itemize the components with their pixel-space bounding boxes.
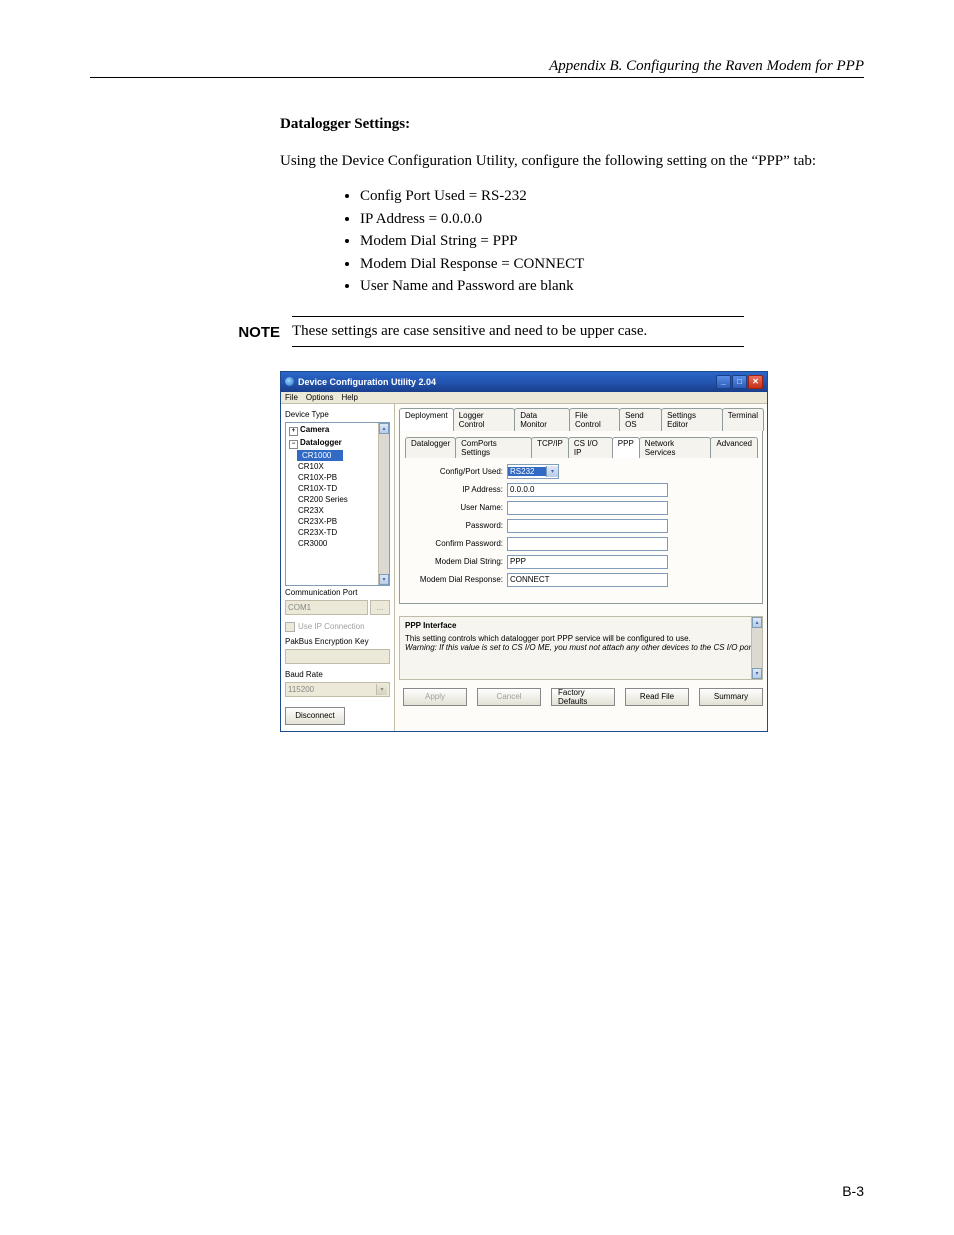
subtab-comports[interactable]: ComPorts Settings xyxy=(455,437,532,458)
info-text: This setting controls which datalogger p… xyxy=(405,634,757,643)
list-item: Config Port Used = RS-232 xyxy=(360,185,854,208)
tree-item-cr1000[interactable]: CR1000 xyxy=(297,450,343,461)
app-window: Device Configuration Utility 2.04 _ □ ✕ … xyxy=(280,371,768,732)
scroll-up-icon[interactable]: ▴ xyxy=(752,617,762,628)
menu-options[interactable]: Options xyxy=(306,393,334,402)
scrollbar[interactable]: ▴ ▾ xyxy=(751,617,762,679)
scrollbar[interactable]: ▴ ▾ xyxy=(378,423,389,585)
device-type-label: Device Type xyxy=(285,410,390,419)
close-button[interactable]: ✕ xyxy=(748,375,763,389)
note-text: These settings are case sensitive and ne… xyxy=(292,316,744,347)
minimize-button[interactable]: _ xyxy=(716,375,731,389)
tree-datalogger[interactable]: −Datalogger xyxy=(288,437,387,450)
titlebar[interactable]: Device Configuration Utility 2.04 _ □ ✕ xyxy=(281,372,767,392)
main-tabs: Deployment Logger Control Data Monitor F… xyxy=(399,407,763,431)
info-panel: PPP Interface This setting controls whic… xyxy=(399,616,763,680)
pass-input[interactable] xyxy=(507,519,668,533)
config-port-label: Config/Port Used: xyxy=(408,467,507,476)
ip-input[interactable]: 0.0.0.0 xyxy=(507,483,668,497)
subtab-advanced[interactable]: Advanced xyxy=(710,437,758,458)
tree-item[interactable]: CR23X-PB xyxy=(288,516,387,527)
maximize-button[interactable]: □ xyxy=(732,375,747,389)
tree-item[interactable]: CR200 Series xyxy=(288,494,387,505)
baud-select[interactable]: 115200 ▾ xyxy=(285,682,390,697)
confirm-label: Confirm Password: xyxy=(408,539,507,548)
expander-icon[interactable]: + xyxy=(289,427,298,436)
use-ip-checkbox[interactable]: Use IP Connection xyxy=(285,622,390,632)
tab-file-control[interactable]: File Control xyxy=(569,408,620,431)
tab-data-monitor[interactable]: Data Monitor xyxy=(514,408,570,431)
user-input[interactable] xyxy=(507,501,668,515)
list-item: User Name and Password are blank xyxy=(360,275,854,298)
mdr-label: Modem Dial Response: xyxy=(408,575,507,584)
pass-label: Password: xyxy=(408,521,507,530)
tree-camera[interactable]: +Camera xyxy=(288,424,387,437)
tab-send-os[interactable]: Send OS xyxy=(619,408,662,431)
bullet-list: Config Port Used = RS-232 IP Address = 0… xyxy=(340,185,854,298)
readfile-button[interactable]: Read File xyxy=(625,688,689,706)
scroll-up-icon[interactable]: ▴ xyxy=(379,423,389,434)
list-item: IP Address = 0.0.0.0 xyxy=(360,208,854,231)
summary-button[interactable]: Summary xyxy=(699,688,763,706)
tree-item[interactable]: CR3000 xyxy=(288,538,387,549)
disconnect-button[interactable]: Disconnect xyxy=(285,707,345,725)
list-item: Modem Dial String = PPP xyxy=(360,230,854,253)
expander-icon[interactable]: − xyxy=(289,440,298,449)
pakbus-input[interactable] xyxy=(285,649,390,664)
note-label: NOTE xyxy=(180,316,292,347)
left-pane: Device Type +Camera −Datalogger CR1000 C… xyxy=(281,404,395,731)
factory-button[interactable]: Factory Defaults xyxy=(551,688,615,706)
config-port-select[interactable]: RS232 ▾ xyxy=(507,464,559,479)
tree-item[interactable]: CR10X xyxy=(288,461,387,472)
browse-button[interactable]: ... xyxy=(370,600,390,615)
ip-label: IP Address: xyxy=(408,485,507,494)
subtab-datalogger[interactable]: Datalogger xyxy=(405,437,456,458)
tab-deployment[interactable]: Deployment xyxy=(399,408,454,431)
pakbus-label: PakBus Encryption Key xyxy=(285,637,390,646)
confirm-input[interactable] xyxy=(507,537,668,551)
mds-label: Modem Dial String: xyxy=(408,557,507,566)
device-tree[interactable]: +Camera −Datalogger CR1000 CR10X CR10X-P… xyxy=(285,422,390,586)
mdr-input[interactable]: CONNECT xyxy=(507,573,668,587)
cancel-button[interactable]: Cancel xyxy=(477,688,541,706)
intro-paragraph: Using the Device Configuration Utility, … xyxy=(280,151,854,171)
right-pane: Deployment Logger Control Data Monitor F… xyxy=(395,404,767,731)
tab-logger-control[interactable]: Logger Control xyxy=(453,408,516,431)
bottom-buttons: Apply Cancel Factory Defaults Read File … xyxy=(399,688,763,706)
tree-item[interactable]: CR10X-PB xyxy=(288,472,387,483)
window-title: Device Configuration Utility 2.04 xyxy=(298,377,436,387)
info-title: PPP Interface xyxy=(405,621,757,630)
comm-port-input[interactable]: COM1 xyxy=(285,600,368,615)
app-icon xyxy=(285,377,294,386)
page-number: B-3 xyxy=(842,1183,864,1199)
tree-item[interactable]: CR10X-TD xyxy=(288,483,387,494)
baud-label: Baud Rate xyxy=(285,670,390,679)
running-head: Appendix B. Configuring the Raven Modem … xyxy=(90,58,864,78)
comm-port-label: Communication Port xyxy=(285,588,390,597)
checkbox-icon[interactable] xyxy=(285,622,295,632)
menubar: File Options Help xyxy=(281,392,767,404)
tab-terminal[interactable]: Terminal xyxy=(722,408,764,431)
mds-input[interactable]: PPP xyxy=(507,555,668,569)
list-item: Modem Dial Response = CONNECT xyxy=(360,253,854,276)
subtab-ppp[interactable]: PPP xyxy=(612,437,640,458)
subtab-network[interactable]: Network Services xyxy=(639,437,712,458)
apply-button[interactable]: Apply xyxy=(403,688,467,706)
chevron-down-icon: ▾ xyxy=(546,466,558,477)
tree-item[interactable]: CR23X xyxy=(288,505,387,516)
menu-help[interactable]: Help xyxy=(341,393,357,402)
tree-item[interactable]: CR23X-TD xyxy=(288,527,387,538)
scroll-down-icon[interactable]: ▾ xyxy=(752,668,762,679)
subtab-csio[interactable]: CS I/O IP xyxy=(568,437,613,458)
chevron-down-icon: ▾ xyxy=(376,684,387,695)
sub-tabs: Datalogger ComPorts Settings TCP/IP CS I… xyxy=(405,436,757,458)
scroll-down-icon[interactable]: ▾ xyxy=(379,574,389,585)
tab-settings-editor[interactable]: Settings Editor xyxy=(661,408,723,431)
user-label: User Name: xyxy=(408,503,507,512)
section-title: Datalogger Settings: xyxy=(280,116,854,133)
info-warning: Warning: If this value is set to CS I/O … xyxy=(405,643,757,652)
menu-file[interactable]: File xyxy=(285,393,298,402)
subtab-tcpip[interactable]: TCP/IP xyxy=(531,437,569,458)
